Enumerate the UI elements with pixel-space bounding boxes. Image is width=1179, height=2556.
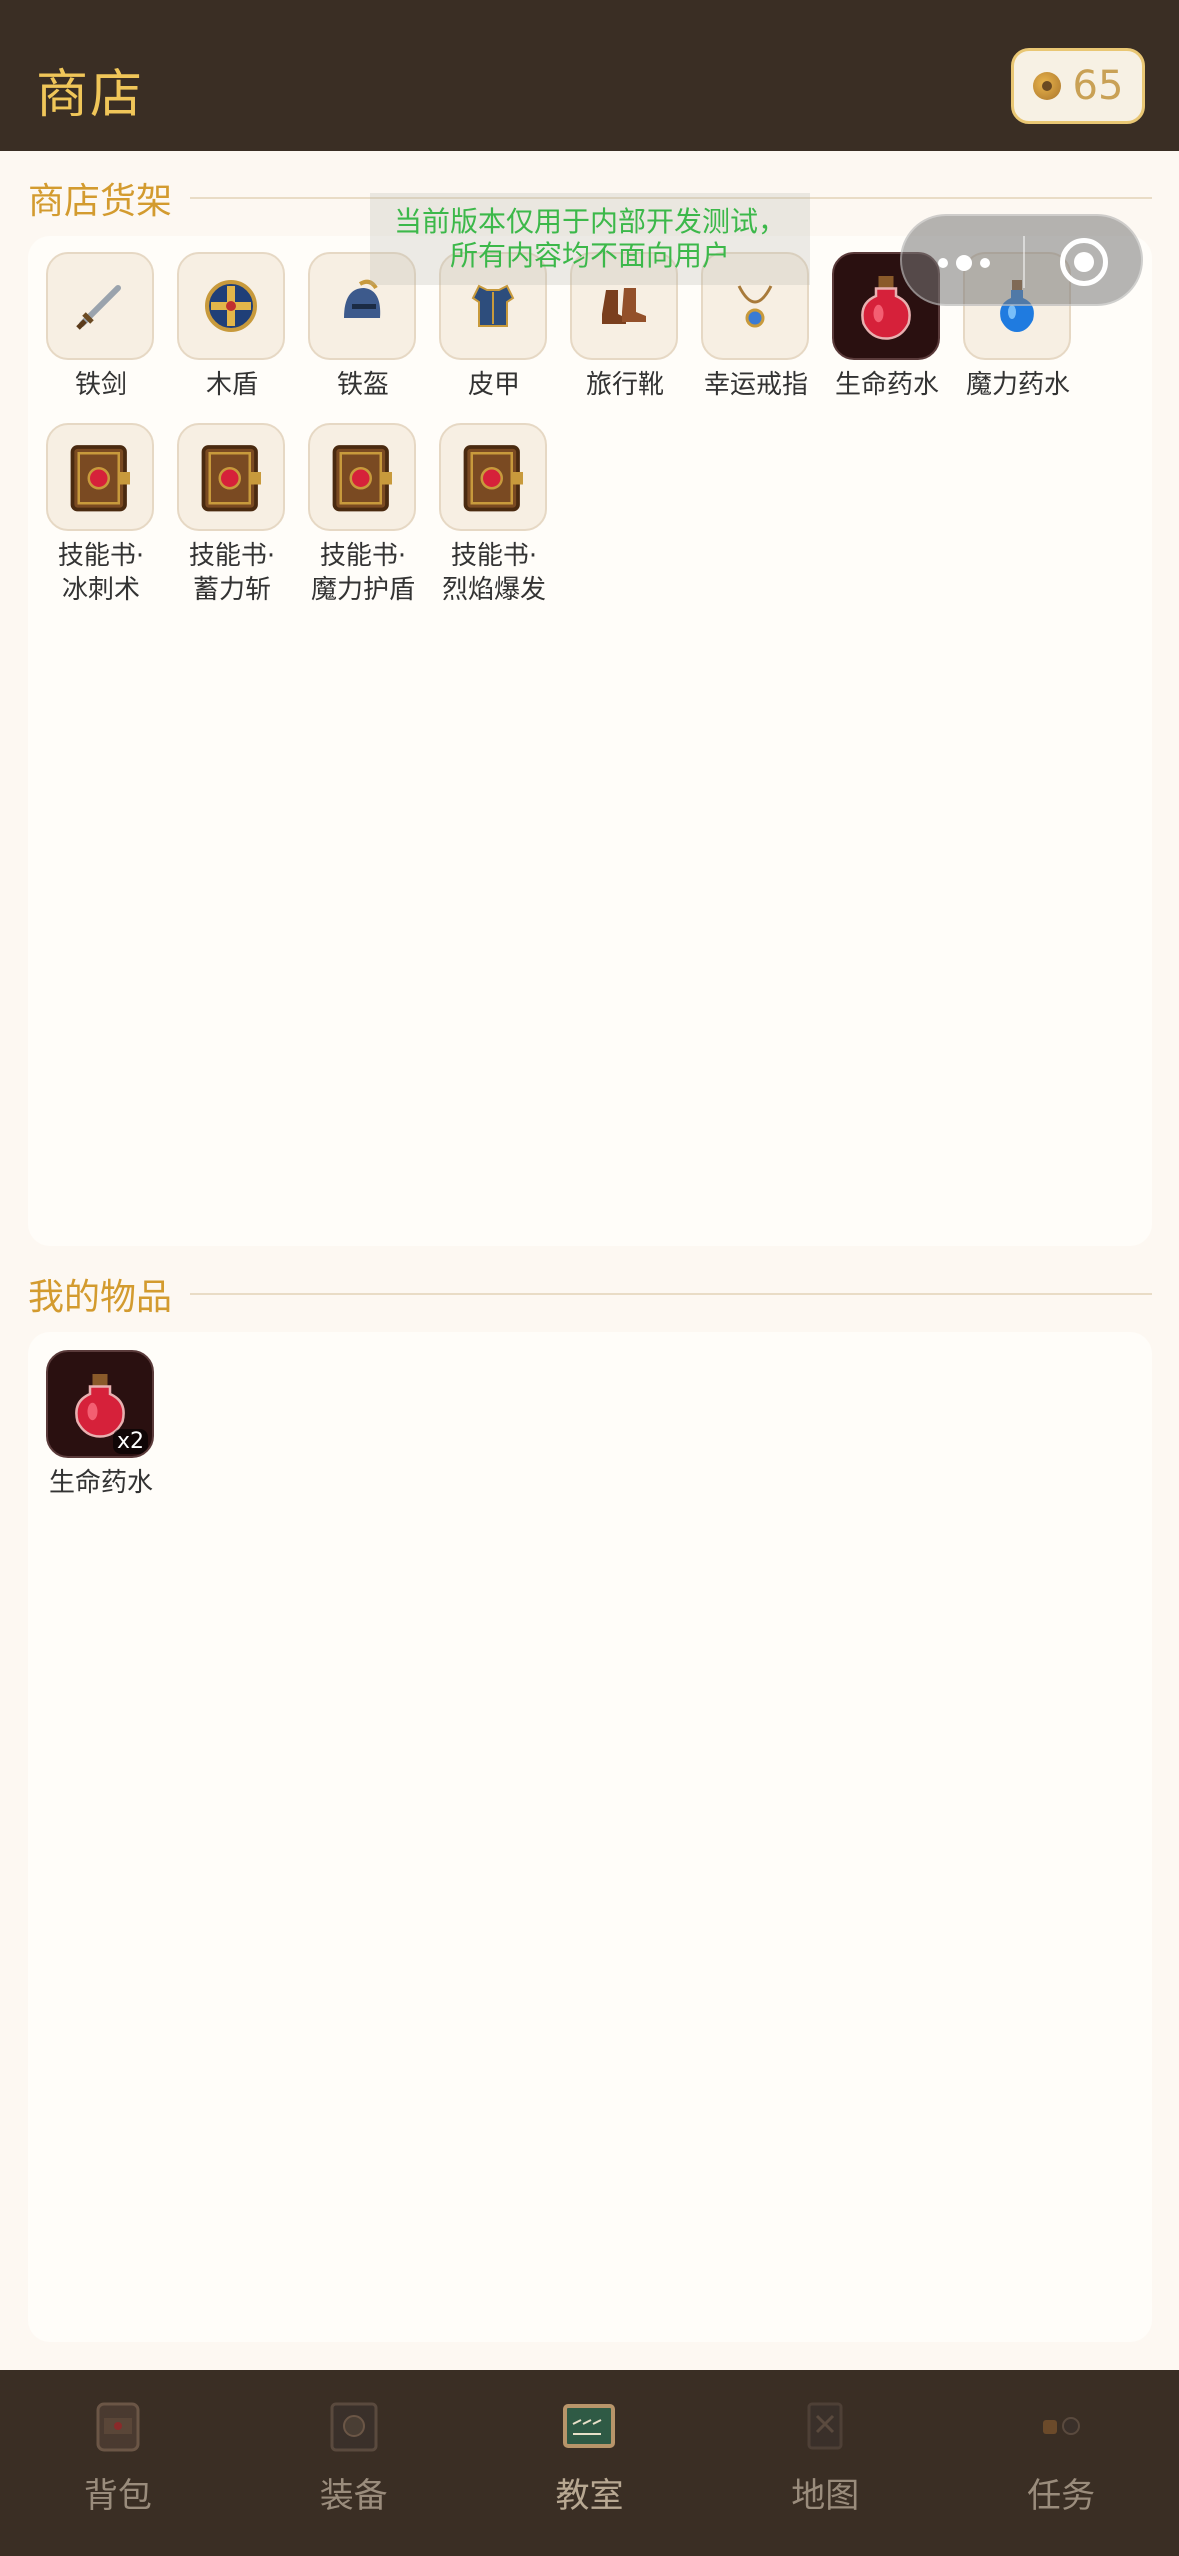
nav-label: 背包 (83, 2476, 152, 2516)
nav-label: 装备 (319, 2476, 388, 2516)
item-count-badge: x2 (112, 1429, 148, 1454)
skill-book-icon (177, 423, 285, 531)
shop-item-name: 技能书· 烈焰爆发 (441, 541, 546, 605)
shop-item-skill-book-ice-spike[interactable]: 技能书· 冰刺术 (46, 423, 156, 607)
equipment-icon (326, 2398, 382, 2454)
shop-section-title: 商店货架 (28, 181, 173, 222)
quest-icon (1033, 2398, 1089, 2454)
top-bar: 商店 65 (0, 0, 1179, 151)
nav-item-equipment[interactable]: 装备 (236, 2370, 472, 2556)
inventory-item-name: 生命药水 (48, 1468, 153, 1498)
nav-item-map[interactable]: 地图 (707, 2370, 943, 2556)
nav-item-backpack[interactable]: 背包 (0, 2370, 236, 2556)
shop-item-skill-book-flame-burst[interactable]: 技能书· 烈焰爆发 (439, 423, 549, 607)
inventory-section-title: 我的物品 (28, 1277, 173, 1318)
shop-item-skill-book-mana-shield[interactable]: 技能书· 魔力护盾 (308, 423, 418, 607)
shop-item-wooden-shield[interactable]: 木盾 (177, 252, 287, 402)
coin-icon (1032, 72, 1061, 100)
nav-label: 地图 (791, 2476, 860, 2516)
map-icon (797, 2398, 853, 2454)
capsule-divider (1023, 236, 1025, 288)
dev-notice: 当前版本仅用于内部开发测试， 所有内容均不面向用户 (370, 193, 810, 285)
shop-item-iron-sword[interactable]: 铁剑 (46, 252, 156, 402)
miniprogram-capsule (900, 214, 1143, 306)
shop-item-skill-book-charge-slash[interactable]: 技能书· 蓄力斩 (177, 423, 287, 607)
skill-book-icon (308, 423, 416, 531)
shop-item-name: 魔力药水 (965, 370, 1070, 400)
backpack-icon (90, 2398, 146, 2454)
shield-icon (177, 252, 285, 360)
nav-item-quests[interactable]: 任务 (943, 2370, 1179, 2556)
health-potion-icon: x2 (46, 1350, 154, 1458)
nav-label: 教室 (555, 2476, 624, 2516)
bottom-nav: 背包 装备 教室 地图 任务 (0, 2370, 1179, 2556)
nav-item-classroom[interactable]: 教室 (472, 2370, 708, 2556)
page-title: 商店 (36, 65, 145, 125)
sword-icon (46, 252, 154, 360)
inventory-item-health-potion[interactable]: x2 生命药水 (46, 1350, 156, 1500)
close-miniprogram-icon[interactable] (1060, 238, 1108, 286)
skill-book-icon (46, 423, 154, 531)
coin-balance[interactable]: 65 (1011, 48, 1145, 124)
section-divider (190, 1293, 1152, 1295)
classroom-icon (561, 2398, 617, 2454)
nav-label: 任务 (1027, 2476, 1096, 2516)
shop-panel: 铁剑 木盾 铁盔 皮甲 旅行靴 幸运戒指 生命药水 魔力药水 技能书· 冰刺术 … (28, 236, 1152, 1246)
inventory-section-header: 我的物品 (28, 1268, 1152, 1320)
more-options-icon[interactable] (938, 254, 998, 271)
skill-book-icon (439, 423, 547, 531)
coin-value: 65 (1072, 63, 1124, 109)
inventory-panel: x2 生命药水 (28, 1332, 1152, 2342)
